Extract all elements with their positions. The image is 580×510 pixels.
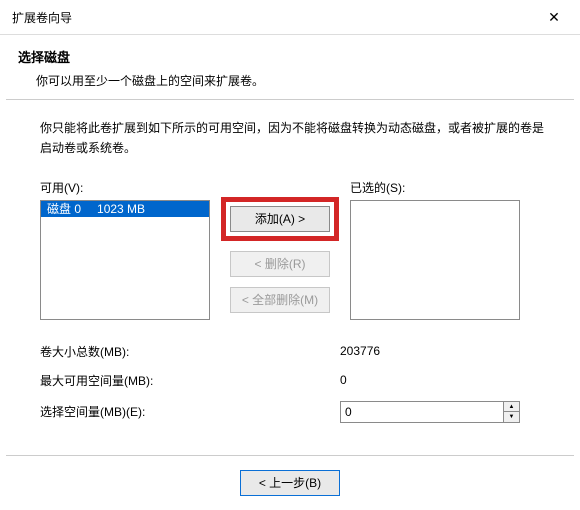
transfer-buttons: 添加(A) > < 删除(R) < 全部删除(M)	[220, 179, 340, 323]
max-space-label: 最大可用空间量(MB):	[40, 372, 340, 389]
disk-name: 磁盘 0	[47, 200, 81, 217]
total-size-row: 卷大小总数(MB): 203776	[40, 343, 550, 360]
select-space-input[interactable]	[340, 401, 504, 423]
remove-button-label: < 删除(R)	[254, 255, 305, 272]
remove-button: < 删除(R)	[230, 251, 330, 277]
select-space-row: 选择空间量(MB)(E): ▲ ▼	[40, 401, 550, 423]
available-column: 可用(V): 磁盘 0 1023 MB	[40, 179, 210, 323]
list-item[interactable]: 磁盘 0 1023 MB	[41, 201, 209, 217]
disk-columns: 可用(V): 磁盘 0 1023 MB 添加(A) > < 删除(R) < 全部…	[40, 179, 550, 323]
available-label: 可用(V):	[40, 179, 210, 196]
add-highlight: 添加(A) >	[221, 197, 339, 241]
close-button[interactable]: ✕	[536, 6, 572, 28]
page-title: 选择磁盘	[18, 47, 562, 66]
window-title: 扩展卷向导	[12, 9, 72, 26]
size-fields: 卷大小总数(MB): 203776 最大可用空间量(MB): 0 选择空间量(M…	[40, 343, 550, 423]
remove-all-button: < 全部删除(M)	[230, 287, 330, 313]
add-button-label: 添加(A) >	[255, 210, 305, 227]
spinner-buttons[interactable]: ▲ ▼	[504, 401, 520, 423]
wizard-header: 选择磁盘 你可以用至少一个磁盘上的空间来扩展卷。	[0, 35, 580, 99]
selected-listbox[interactable]	[350, 200, 520, 320]
disk-size: 1023 MB	[97, 202, 145, 216]
page-subtitle: 你可以用至少一个磁盘上的空间来扩展卷。	[18, 72, 562, 89]
back-button[interactable]: < 上一步(B)	[240, 470, 340, 496]
selected-label: 已选的(S):	[350, 179, 520, 196]
select-space-spinner[interactable]: ▲ ▼	[340, 401, 520, 423]
available-listbox[interactable]: 磁盘 0 1023 MB	[40, 200, 210, 320]
total-size-value: 203776	[340, 344, 520, 358]
total-size-label: 卷大小总数(MB):	[40, 343, 340, 360]
description-text: 你只能将此卷扩展到如下所示的可用空间，因为不能将磁盘转换为动态磁盘，或者被扩展的…	[40, 118, 550, 159]
wizard-body: 你只能将此卷扩展到如下所示的可用空间，因为不能将磁盘转换为动态磁盘，或者被扩展的…	[0, 100, 580, 445]
spinner-down-icon[interactable]: ▼	[504, 412, 519, 422]
close-icon: ✕	[548, 9, 560, 26]
remove-all-button-label: < 全部删除(M)	[242, 291, 318, 308]
add-button[interactable]: 添加(A) >	[230, 206, 330, 232]
back-button-label: < 上一步(B)	[259, 474, 321, 491]
wizard-footer: < 上一步(B)	[6, 455, 574, 510]
select-space-label: 选择空间量(MB)(E):	[40, 403, 340, 420]
spinner-up-icon[interactable]: ▲	[504, 402, 519, 413]
max-space-row: 最大可用空间量(MB): 0	[40, 372, 550, 389]
title-bar: 扩展卷向导 ✕	[0, 0, 580, 35]
selected-column: 已选的(S):	[350, 179, 520, 323]
max-space-value: 0	[340, 373, 520, 387]
